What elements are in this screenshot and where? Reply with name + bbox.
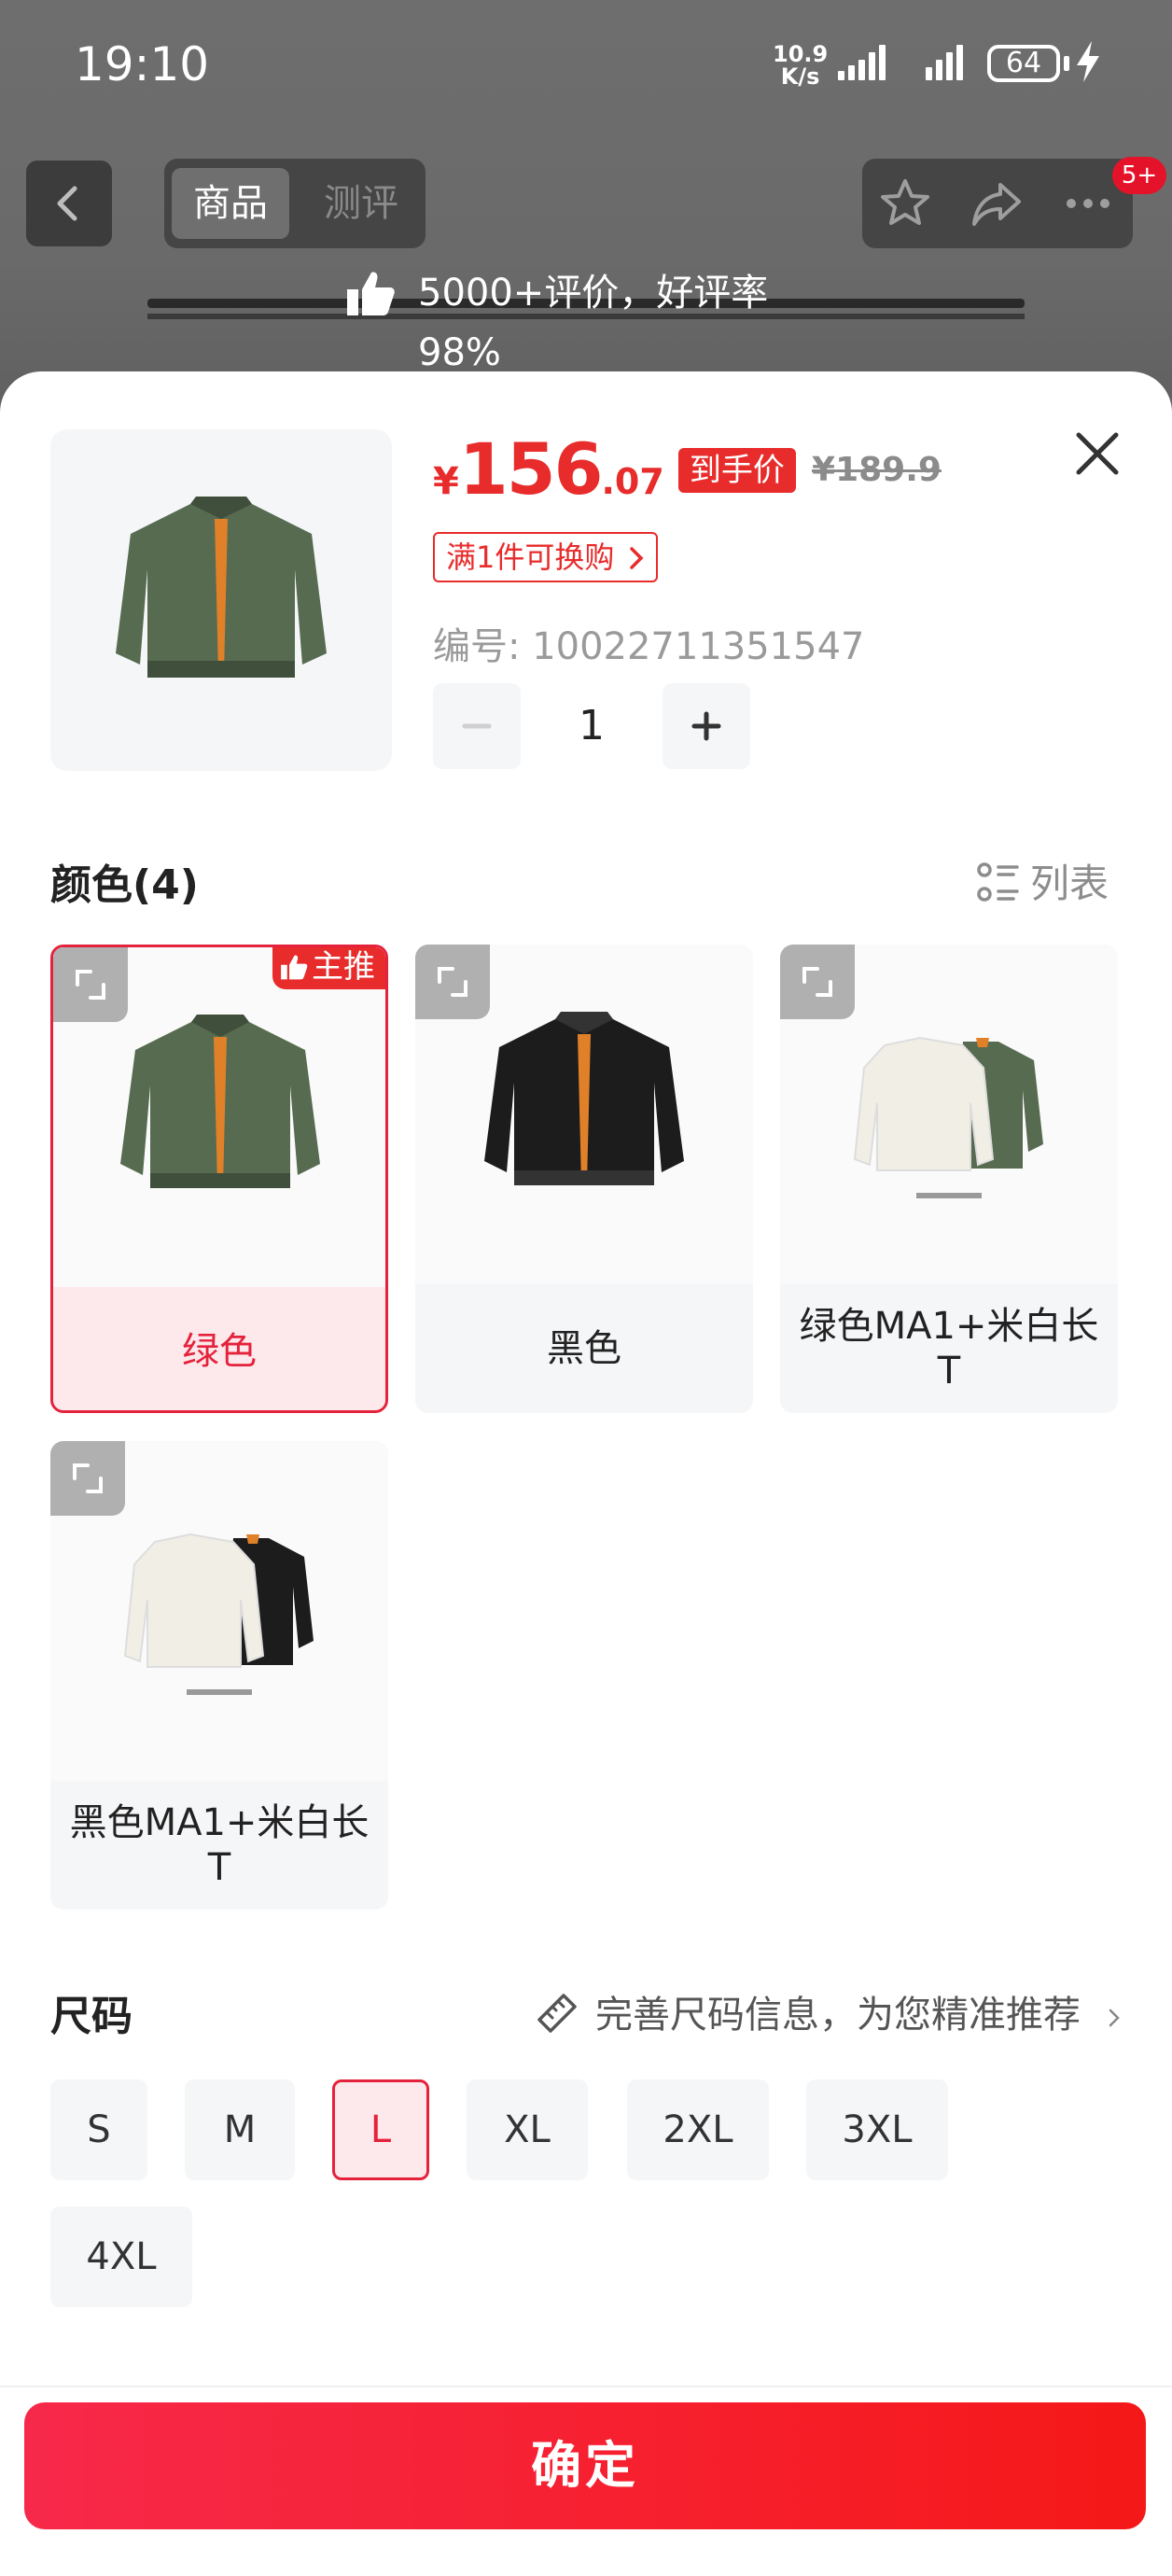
color-option-label: 黑色 xyxy=(547,1327,621,1370)
signal-strength-icon-2 xyxy=(926,45,967,80)
product-thumbnail[interactable] xyxy=(50,429,392,771)
list-view-toggle[interactable]: 列表 xyxy=(976,852,1109,909)
share-icon[interactable] xyxy=(969,175,1025,231)
size-option-m[interactable]: M xyxy=(185,2079,295,2180)
network-speed-value: 10.9 xyxy=(773,41,829,67)
recommend-label: 主推 xyxy=(312,948,375,986)
rating-summary: 5000+评价，好评率98% xyxy=(336,263,840,374)
rating-text: 5000+评价，好评率98% xyxy=(418,272,769,374)
message-badge: 5+ xyxy=(1112,157,1166,194)
expand-icon[interactable] xyxy=(50,1441,125,1516)
status-bar: 19:10 10.9 K/s 64 xyxy=(0,0,1172,131)
size-option-l[interactable]: L xyxy=(332,2079,429,2180)
sku-selector-sheet: ¥156.07 到手价 ¥189.9 满1件可换购 编号: 1002271135… xyxy=(0,371,1172,2576)
size-hint-text: 完善尺码信息，为您精准推荐 xyxy=(595,1994,1081,2037)
plus-icon xyxy=(691,711,721,741)
expand-icon[interactable] xyxy=(415,945,490,1019)
more-icon[interactable] xyxy=(1060,175,1116,231)
size-option-xl[interactable]: XL xyxy=(467,2079,588,2180)
final-price-tag: 到手价 xyxy=(677,448,796,493)
sku-number: 编号: 10022711351547 xyxy=(433,625,865,668)
network-speed: 10.9 K/s xyxy=(773,43,828,88)
green-jacket-image xyxy=(116,497,327,678)
close-icon[interactable] xyxy=(1064,420,1131,487)
tab-review[interactable]: 测评 xyxy=(302,168,420,239)
confirm-button[interactable]: 确定 xyxy=(24,2402,1146,2529)
thumbs-up-icon xyxy=(347,272,395,315)
thumbs-up-icon xyxy=(281,955,308,980)
size-option-2xl[interactable]: 2XL xyxy=(627,2079,769,2180)
list-icon xyxy=(977,862,1019,902)
tab-product[interactable]: 商品 xyxy=(172,168,289,239)
color-option-label: 黑色MA1+米白长T xyxy=(69,1801,370,1889)
promo-tag[interactable]: 满1件可换购 xyxy=(433,532,658,582)
minus-icon xyxy=(462,723,492,729)
battery-icon: 64 xyxy=(987,45,1060,82)
size-option-4xl[interactable]: 4XL xyxy=(50,2206,192,2307)
network-speed-unit: K/s xyxy=(780,63,820,90)
chevron-right-icon xyxy=(1109,2009,1120,2027)
expand-icon[interactable] xyxy=(53,947,128,1022)
footer-divider xyxy=(0,2386,1172,2387)
size-recommend-link[interactable]: 完善尺码信息，为您精准推荐 xyxy=(532,1984,1123,2038)
color-option-black-combo[interactable]: 黑色MA1+米白长T xyxy=(50,1441,388,1910)
color-section-title: 颜色(4) xyxy=(50,861,199,909)
expand-icon[interactable] xyxy=(780,945,855,1019)
color-option-label: 绿色 xyxy=(53,1287,385,1410)
color-option-black[interactable]: 黑色 xyxy=(415,945,753,1413)
back-button[interactable] xyxy=(26,161,112,246)
price-currency: ¥ xyxy=(433,460,459,503)
ruler-icon xyxy=(537,1994,577,2033)
price-row: ¥156.07 到手价 ¥189.9 xyxy=(433,427,942,511)
color-option-label: 绿色MA1+米白长T xyxy=(799,1305,1099,1393)
size-option-s[interactable]: S xyxy=(50,2079,147,2180)
size-section-title: 尺码 xyxy=(50,1993,133,2040)
promo-label: 满1件可换购 xyxy=(446,539,615,575)
color-option-green-combo[interactable]: 绿色MA1+米白长T xyxy=(780,945,1118,1413)
star-icon[interactable] xyxy=(877,175,933,231)
color-option-green[interactable]: 主推 绿色 xyxy=(50,945,388,1413)
increase-button[interactable] xyxy=(663,683,750,769)
size-option-3xl[interactable]: 3XL xyxy=(806,2079,948,2180)
chevron-left-icon xyxy=(57,186,77,221)
chevron-right-icon xyxy=(629,547,644,569)
decrease-button[interactable] xyxy=(433,683,521,769)
recommend-badge: 主推 xyxy=(272,947,385,989)
list-toggle-label: 列表 xyxy=(1030,861,1109,906)
price-decimal: .07 xyxy=(601,461,664,502)
header-actions xyxy=(862,159,1133,248)
signal-strength-icon xyxy=(838,45,889,80)
original-price: ¥189.9 xyxy=(812,451,942,489)
quantity-stepper: 1 xyxy=(433,683,750,769)
charging-icon xyxy=(1075,41,1101,91)
status-time: 19:10 xyxy=(75,37,210,91)
quantity-value[interactable]: 1 xyxy=(521,683,663,769)
price-integer: 156 xyxy=(458,427,604,511)
page-tabs: 商品 测评 xyxy=(164,159,426,248)
battery-tip xyxy=(1064,56,1069,71)
